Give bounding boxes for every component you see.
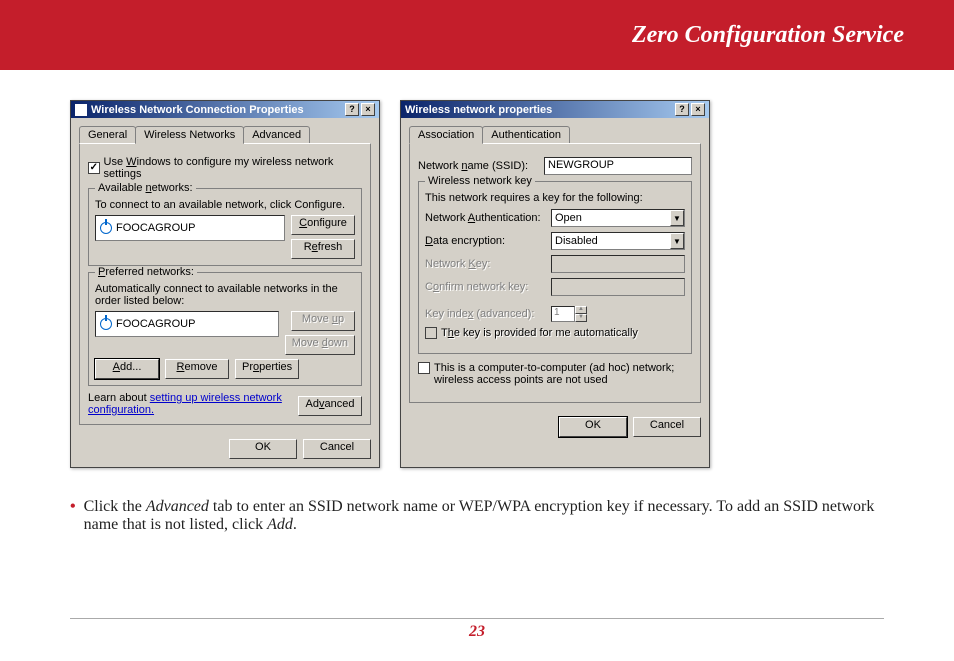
index-label: Key index (advanced): <box>425 308 545 320</box>
instruction-text: • Click the Advanced tab to enter an SSI… <box>0 478 954 544</box>
tab-general[interactable]: General <box>79 126 136 143</box>
instr-em2: Add <box>267 516 293 533</box>
tab-panel-2: Network name (SSID): NEWGROUP Wireless n… <box>409 143 701 403</box>
available-legend: Available networks: <box>95 182 196 194</box>
learn-text: Learn about <box>88 392 150 404</box>
tab-authentication[interactable]: Authentication <box>482 126 570 143</box>
page-footer: 23 <box>70 618 884 641</box>
wireless-key-group: Wireless network key This network requir… <box>418 181 692 354</box>
confirm-label: Confirm network key: <box>425 281 545 293</box>
enc-value: Disabled <box>552 235 670 247</box>
properties-button[interactable]: Properties <box>235 359 299 379</box>
chevron-down-icon[interactable]: ▼ <box>670 210 684 226</box>
enc-label: Data encryption: <box>425 235 545 247</box>
preferred-legend: Preferred networks: <box>95 266 197 278</box>
key-legend: Wireless network key <box>425 175 535 187</box>
index-value: 1 <box>551 306 575 322</box>
page-banner: Zero Configuration Service <box>0 0 954 70</box>
available-hint: To connect to an available network, clic… <box>95 199 355 211</box>
available-networks-group: Available networks: To connect to an ava… <box>88 188 362 266</box>
auto-key-label: The key is provided for me automatically <box>441 327 638 339</box>
tab-panel-1: Use Windows to configure my wireless net… <box>79 143 371 425</box>
move-up-button: Move up <box>291 311 355 331</box>
available-item: FOOCAGROUP <box>116 222 195 234</box>
ok-button[interactable]: OK <box>559 417 627 437</box>
adhoc-label: This is a computer-to-computer (ad hoc) … <box>434 362 692 386</box>
use-windows-checkbox[interactable] <box>88 162 100 174</box>
page-number: 23 <box>469 623 485 640</box>
preferred-listbox[interactable]: FOOCAGROUP <box>95 311 279 337</box>
cancel-button[interactable]: Cancel <box>303 439 371 459</box>
auth-combo[interactable]: Open ▼ <box>551 209 685 227</box>
dialog-row: Wireless Network Connection Properties ?… <box>0 70 954 478</box>
preferred-networks-group: Preferred networks: Automatically connec… <box>88 272 362 386</box>
netkey-label: Network Key: <box>425 258 545 270</box>
chevron-down-icon: ▼ <box>575 314 587 322</box>
adhoc-checkbox[interactable] <box>418 362 430 374</box>
chevron-up-icon: ▲ <box>575 306 587 314</box>
auto-key-checkbox <box>425 327 437 339</box>
remove-button[interactable]: Remove <box>165 359 229 379</box>
close-icon[interactable]: × <box>691 103 705 116</box>
help-icon[interactable]: ? <box>675 103 689 116</box>
preferred-item: FOOCAGROUP <box>116 318 195 330</box>
tab-association[interactable]: Association <box>409 126 483 144</box>
tabstrip-2: Association Authentication <box>409 126 701 143</box>
key-hint: This network requires a key for the foll… <box>425 192 685 204</box>
add-button[interactable]: Add... <box>95 359 159 379</box>
dialog1-title: Wireless Network Connection Properties <box>91 104 304 116</box>
move-down-button: Move down <box>285 335 355 355</box>
preferred-hint: Automatically connect to available netwo… <box>95 283 355 307</box>
close-icon[interactable]: × <box>361 103 375 116</box>
cancel-button[interactable]: Cancel <box>633 417 701 437</box>
ssid-input[interactable]: NEWGROUP <box>544 157 692 175</box>
ssid-label: Network name (SSID): <box>418 160 538 172</box>
dialog-network-properties: Wireless network properties ? × Associat… <box>400 100 710 468</box>
key-index-spinner: 1 ▲▼ <box>551 306 587 322</box>
configure-button[interactable]: Configure <box>291 215 355 235</box>
banner-title: Zero Configuration Service <box>632 22 904 49</box>
refresh-button[interactable]: Refresh <box>291 239 355 259</box>
help-icon[interactable]: ? <box>345 103 359 116</box>
ok-button[interactable]: OK <box>229 439 297 459</box>
instr-post: . <box>293 516 297 533</box>
dialog2-title: Wireless network properties <box>405 104 552 116</box>
instr-pre: Click the <box>84 498 146 515</box>
auth-value: Open <box>552 212 670 224</box>
netkey-input <box>551 255 685 273</box>
tabstrip-1: General Wireless Networks Advanced <box>79 126 371 143</box>
advanced-button[interactable]: Advanced <box>298 396 362 416</box>
instr-em1: Advanced <box>146 498 209 515</box>
titlebar-2[interactable]: Wireless network properties ? × <box>401 101 709 118</box>
titlebar-1[interactable]: Wireless Network Connection Properties ?… <box>71 101 379 118</box>
dialog-connection-properties: Wireless Network Connection Properties ?… <box>70 100 380 468</box>
window-icon <box>75 104 87 116</box>
use-windows-label: Use Windows to configure my wireless net… <box>104 156 362 180</box>
tab-wireless-networks[interactable]: Wireless Networks <box>135 126 244 144</box>
chevron-down-icon[interactable]: ▼ <box>670 233 684 249</box>
available-listbox[interactable]: FOOCAGROUP <box>95 215 285 241</box>
bullet-icon: • <box>70 498 76 534</box>
tab-advanced[interactable]: Advanced <box>243 126 310 143</box>
antenna-icon <box>100 318 112 330</box>
enc-combo[interactable]: Disabled ▼ <box>551 232 685 250</box>
confirm-input <box>551 278 685 296</box>
antenna-icon <box>100 222 112 234</box>
auth-label: Network Authentication: <box>425 212 545 224</box>
